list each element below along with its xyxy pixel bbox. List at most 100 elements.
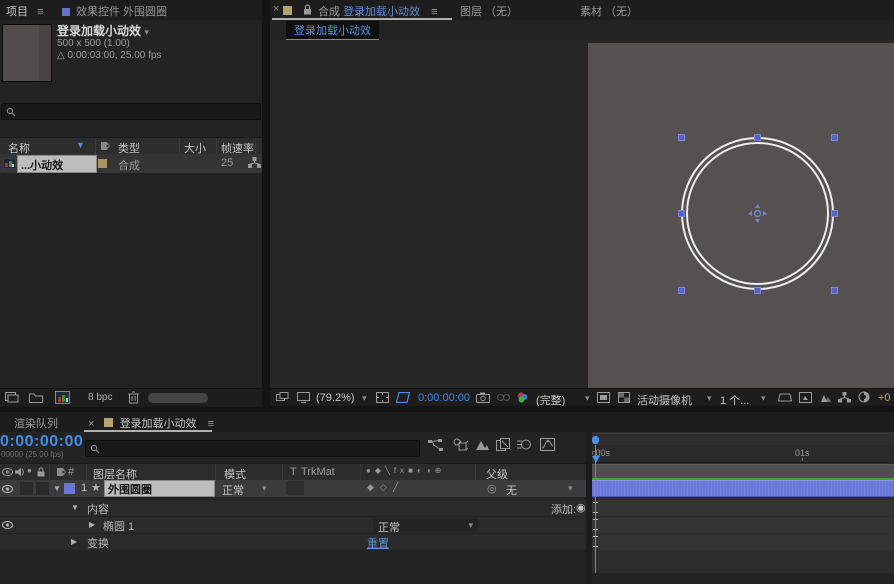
shy-icon[interactable]: ╲ [385, 466, 394, 475]
tab-footage[interactable]: 素材 （无） [580, 3, 638, 19]
label-column-icon[interactable] [100, 141, 111, 151]
layer-label-color[interactable] [64, 483, 75, 494]
show-snapshot-icon[interactable] [497, 393, 510, 402]
add-button-icon[interactable]: ◉ [576, 501, 586, 514]
layer-name-input[interactable] [104, 480, 215, 497]
anchor-point-icon[interactable] [748, 204, 767, 223]
sort-arrow-icon[interactable]: ▼ [76, 140, 85, 150]
exposure-value[interactable]: +0 [878, 392, 891, 404]
col-trkmat[interactable]: TrkMat [301, 466, 335, 478]
channel-rgb-icon[interactable] [516, 391, 529, 404]
layer-mode-chevron-icon[interactable]: ▾ [262, 483, 267, 494]
timeline-search[interactable] [85, 440, 420, 457]
project-item-row[interactable]: ...小动效 合成 25 [0, 154, 262, 173]
monitor-icon[interactable] [297, 392, 310, 403]
camera-view-select[interactable]: 活动摄像机 [637, 392, 692, 406]
lock-icon[interactable] [303, 4, 312, 15]
contents-label[interactable]: 内容 [87, 501, 109, 517]
property-track-row[interactable] [592, 517, 894, 533]
playhead-line[interactable] [595, 445, 596, 573]
transform-label[interactable]: 变换 [87, 535, 109, 551]
resolution-select[interactable]: (完整) [536, 392, 565, 406]
ellipse-mode-select[interactable]: 正常 ▾ [373, 518, 478, 532]
tab-project[interactable]: 项目 ≡ [6, 3, 43, 19]
timeline-button-icon[interactable] [819, 392, 832, 403]
property-track-row[interactable] [592, 534, 894, 550]
zoom-chevron-icon[interactable]: ▾ [362, 393, 367, 404]
snapshot-camera-icon[interactable] [476, 392, 490, 403]
region-of-interest-icon[interactable] [396, 392, 410, 403]
item-label-color[interactable] [98, 159, 107, 168]
col-divider[interactable] [360, 464, 361, 480]
target-region-icon[interactable] [597, 392, 610, 403]
col-divider[interactable] [255, 138, 256, 154]
adjustment-icon[interactable]: ◑ [426, 466, 435, 475]
parent-select[interactable]: 无 [506, 482, 517, 498]
playhead-head[interactable] [592, 456, 600, 463]
frame-blending-icon[interactable] [496, 438, 511, 451]
col-divider[interactable] [475, 464, 476, 480]
col-divider[interactable] [216, 138, 217, 154]
timeline-timecode[interactable]: 0:00:00:00 [0, 433, 83, 451]
col-divider[interactable] [86, 464, 87, 480]
mini-flowchart-icon[interactable] [428, 439, 444, 452]
project-search[interactable] [1, 103, 261, 120]
always-preview-icon[interactable] [276, 392, 289, 403]
comp-timecode[interactable]: 0:00:00:00 [418, 392, 470, 404]
layer-row[interactable]: ▼ 1 ★ 正常 ▾ ◆◇╱ ◎ 无 ▾ [0, 480, 586, 497]
parent-pickwhip-icon[interactable]: ◎ [487, 482, 497, 495]
threed-icon[interactable]: ⊕ [435, 466, 446, 475]
project-item-name[interactable]: ...小动效 [17, 155, 97, 173]
add-label[interactable]: 添加: [551, 501, 576, 517]
resolution-chevron-icon[interactable]: ▾ [585, 393, 590, 404]
lock-toggle[interactable] [36, 482, 49, 495]
time-ruler[interactable]: 0:00s 01s [592, 445, 894, 463]
tab-render-queue[interactable]: 渲染队列 [14, 415, 58, 431]
reset-exposure-icon[interactable] [858, 391, 870, 403]
collapse-icon[interactable]: ◆ [375, 466, 385, 475]
trkmat-box[interactable] [286, 481, 304, 495]
selection-handle[interactable] [678, 210, 685, 217]
bit-depth[interactable]: 8 bpc [88, 392, 112, 403]
project-comp-title[interactable]: 登录加载小动效 ▾ [57, 22, 149, 39]
selection-handle[interactable] [754, 134, 761, 141]
tab-layer[interactable]: 图层 （无） [460, 3, 518, 19]
transform-twirl[interactable]: ▶ [71, 537, 77, 546]
interpret-footage-icon[interactable] [5, 392, 19, 403]
quality-slash-icon[interactable]: ╱ [393, 482, 404, 492]
effects-icon[interactable]: fx [394, 466, 408, 475]
label-column-icon[interactable] [56, 467, 67, 477]
solo-toggle[interactable] [20, 482, 33, 495]
panel-menu-icon[interactable]: ≡ [208, 418, 214, 430]
close-icon[interactable]: × [88, 418, 94, 430]
ellipse-twirl[interactable]: ▶ [89, 520, 95, 529]
quality-icon[interactable]: ● [366, 466, 375, 475]
ellipse-row[interactable]: ▶ 椭圆 1 正常 ▾ [0, 517, 586, 533]
panel-menu-icon[interactable]: ≡ [431, 6, 437, 18]
panel-scrollbar-thumb[interactable] [148, 393, 208, 403]
transparency-grid-icon[interactable] [618, 392, 630, 403]
ellipse-label[interactable]: 椭圆 1 [103, 518, 134, 534]
zoom-level[interactable]: (79.2%) [316, 392, 355, 404]
panel-menu-icon[interactable]: ≡ [37, 6, 43, 18]
ellipse-visibility-eye-icon[interactable] [2, 521, 13, 529]
selection-handle[interactable] [678, 134, 685, 141]
fast-preview-icon[interactable] [799, 392, 812, 403]
parent-chevron-icon[interactable]: ▾ [568, 483, 573, 494]
col-t[interactable]: T [290, 466, 297, 478]
contents-row[interactable]: ▼ 内容 添加: ◉ [0, 500, 586, 516]
view-layout-select[interactable]: 1 个... [720, 392, 749, 406]
contents-twirl[interactable]: ▼ [71, 503, 79, 512]
frame-blend-icon[interactable]: ■ [408, 466, 417, 475]
comp-viewer[interactable] [270, 40, 894, 388]
tab-effect-controls[interactable]: 效果控件 外围圆圈 [62, 3, 167, 19]
navigator-start-handle[interactable] [592, 436, 599, 444]
layer-visibility-eye-icon[interactable] [2, 485, 13, 493]
number-column[interactable]: # [68, 466, 74, 478]
graph-editor-icon[interactable] [540, 438, 555, 451]
transform-row[interactable]: ▶ 变换 重置 [0, 534, 586, 550]
tab-composition[interactable]: 合成 登录加载小动效 ≡ [318, 3, 438, 19]
col-divider[interactable] [179, 138, 180, 154]
comp-thumbnail[interactable] [2, 24, 52, 82]
motion-blur-col-icon[interactable]: ◐ [417, 466, 426, 475]
